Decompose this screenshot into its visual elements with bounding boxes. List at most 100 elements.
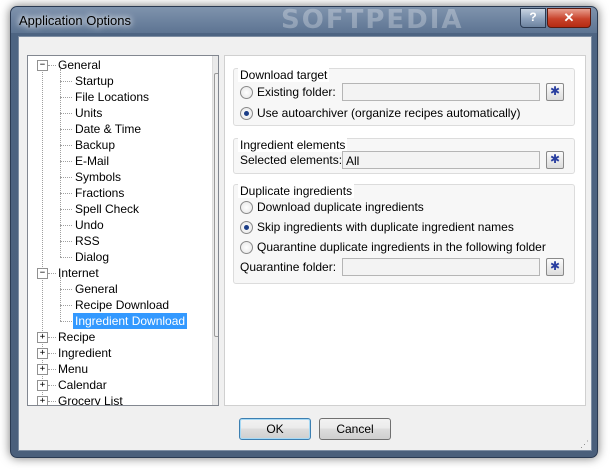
- browse-elements-icon[interactable]: ✱: [546, 151, 564, 169]
- download-target-group: Download target Existing folder: ✱ Use a…: [233, 68, 575, 126]
- tree-item-label: Calendar: [58, 378, 107, 392]
- tree-line: [48, 385, 56, 386]
- tree-item-label: Undo: [75, 218, 104, 232]
- tree-item-label: Backup: [75, 138, 116, 152]
- download-duplicates-label: Download duplicate ingredients: [257, 200, 424, 214]
- tree-line: [60, 289, 72, 290]
- scroll-thumb[interactable]: ≡: [214, 73, 218, 337]
- tree-category[interactable]: + Calendar: [28, 377, 212, 393]
- tree-item[interactable]: File Locations: [28, 89, 212, 105]
- tree-item[interactable]: Undo: [28, 217, 212, 233]
- tree-item[interactable]: General: [28, 281, 212, 297]
- collapse-icon[interactable]: −: [37, 268, 48, 279]
- tree-line: [60, 321, 72, 322]
- tree-category[interactable]: + Ingredient: [28, 345, 212, 361]
- tree-item-label: Recipe: [58, 330, 96, 344]
- expand-icon[interactable]: +: [37, 364, 48, 375]
- window-title: Application Options: [19, 13, 132, 28]
- tree-item[interactable]: Symbols: [28, 169, 212, 185]
- download-duplicates-radio[interactable]: [240, 201, 253, 214]
- quarantine-duplicates-radio[interactable]: [240, 241, 253, 254]
- existing-folder-radio[interactable]: [240, 86, 253, 99]
- existing-folder-field[interactable]: [342, 83, 540, 101]
- tree-item[interactable]: E-Mail: [28, 153, 212, 169]
- browse-existing-folder-icon[interactable]: ✱: [546, 83, 564, 101]
- tree-item-label: Date & Time: [75, 122, 142, 136]
- tree-category[interactable]: − Internet: [28, 265, 212, 281]
- expand-icon[interactable]: +: [37, 380, 48, 391]
- tree-item[interactable]: Recipe Download: [28, 297, 212, 313]
- tree-line: [60, 257, 72, 258]
- autoarchiver-radio[interactable]: [240, 107, 253, 120]
- tree-category[interactable]: + Recipe: [28, 329, 212, 345]
- tree-item-label: File Locations: [75, 90, 150, 104]
- tree-line: [48, 353, 56, 354]
- quarantine-folder-field[interactable]: [342, 258, 540, 276]
- browse-quarantine-folder-icon[interactable]: ✱: [546, 258, 564, 276]
- tree-item-label: Menu: [58, 362, 89, 376]
- collapse-icon[interactable]: −: [37, 60, 48, 71]
- duplicate-ingredients-group: Duplicate ingredients Download duplicate…: [233, 184, 575, 284]
- tree-line: [60, 277, 61, 321]
- tree-line: [48, 369, 56, 370]
- tree-item-label: Fractions: [75, 186, 125, 200]
- ingredient-elements-group: Ingredient elements Selected elements: A…: [233, 138, 575, 174]
- selected-elements-field[interactable]: All: [342, 151, 540, 169]
- tree-line: [60, 209, 72, 210]
- watermark: SOFTPEDIA: [281, 5, 464, 35]
- tree-line: [60, 241, 72, 242]
- tree-item[interactable]: Backup: [28, 137, 212, 153]
- options-tree[interactable]: − General Startup File Locations Units Date &…: [27, 55, 219, 406]
- quarantine-duplicates-label: Quarantine duplicate ingredients in the …: [257, 240, 546, 254]
- scroll-up-icon[interactable]: ▲: [213, 56, 218, 72]
- tree-item[interactable]: Spell Check: [28, 201, 212, 217]
- cancel-button[interactable]: Cancel: [319, 418, 391, 440]
- tree-item[interactable]: RSS: [28, 233, 212, 249]
- application-options-window: Application Options SOFTPEDIA ? ✕ − Gener…: [10, 5, 598, 458]
- tree-line: [60, 193, 72, 194]
- expand-icon[interactable]: +: [37, 396, 48, 405]
- tree-item[interactable]: Dialog: [28, 249, 212, 265]
- group-title-ingredient-elements: Ingredient elements: [238, 138, 348, 152]
- scroll-down-icon[interactable]: ▼: [213, 388, 218, 404]
- tree-line: [48, 65, 56, 66]
- dialog-client-area: − General Startup File Locations Units Date &…: [18, 36, 592, 451]
- tree-line: [60, 305, 72, 306]
- existing-folder-label: Existing folder:: [257, 85, 336, 99]
- resize-grip-icon[interactable]: ⋰: [580, 440, 589, 449]
- settings-panel: Download target Existing folder: ✱ Use a…: [224, 55, 586, 406]
- tree-line: [60, 69, 61, 257]
- tree-item-label: Grocery List: [58, 394, 123, 406]
- expand-icon[interactable]: +: [37, 332, 48, 343]
- tree-item-label: Recipe Download: [75, 298, 170, 312]
- ok-button[interactable]: OK: [239, 418, 311, 440]
- tree-category[interactable]: + Grocery List: [28, 393, 212, 406]
- tree-item[interactable]: Fractions: [28, 185, 212, 201]
- tree-item[interactable]: Ingredient Download: [28, 313, 212, 329]
- close-button[interactable]: ✕: [547, 8, 591, 28]
- tree-item-label: Internet: [58, 266, 99, 280]
- tree-item[interactable]: Units: [28, 105, 212, 121]
- tree-line: [60, 113, 72, 114]
- tree-item-label: Symbols: [75, 170, 122, 184]
- tree-category[interactable]: − General: [28, 57, 212, 73]
- tree-line: [60, 81, 72, 82]
- skip-duplicates-radio[interactable]: [240, 221, 253, 234]
- tree-line: [60, 177, 72, 178]
- tree-item[interactable]: Startup: [28, 73, 212, 89]
- tree-line: [60, 225, 72, 226]
- tree-category[interactable]: + Menu: [28, 361, 212, 377]
- expand-icon[interactable]: +: [37, 348, 48, 359]
- tree-item-label: Ingredient: [58, 346, 112, 360]
- help-button[interactable]: ?: [520, 8, 546, 28]
- tree-scrollbar[interactable]: ▲ ≡ ▼: [212, 56, 218, 405]
- tree-item-label: E-Mail: [75, 154, 110, 168]
- skip-duplicates-label: Skip ingredients with duplicate ingredie…: [257, 220, 514, 234]
- autoarchiver-label: Use autoarchiver (organize recipes autom…: [257, 106, 521, 120]
- scroll-grip-icon: ≡: [217, 200, 218, 203]
- tree-item[interactable]: Date & Time: [28, 121, 212, 137]
- tree-line: [60, 161, 72, 162]
- tree-item-label: Units: [75, 106, 103, 120]
- group-title-duplicate-ingredients: Duplicate ingredients: [238, 184, 355, 198]
- tree-item-label: Startup: [75, 74, 114, 88]
